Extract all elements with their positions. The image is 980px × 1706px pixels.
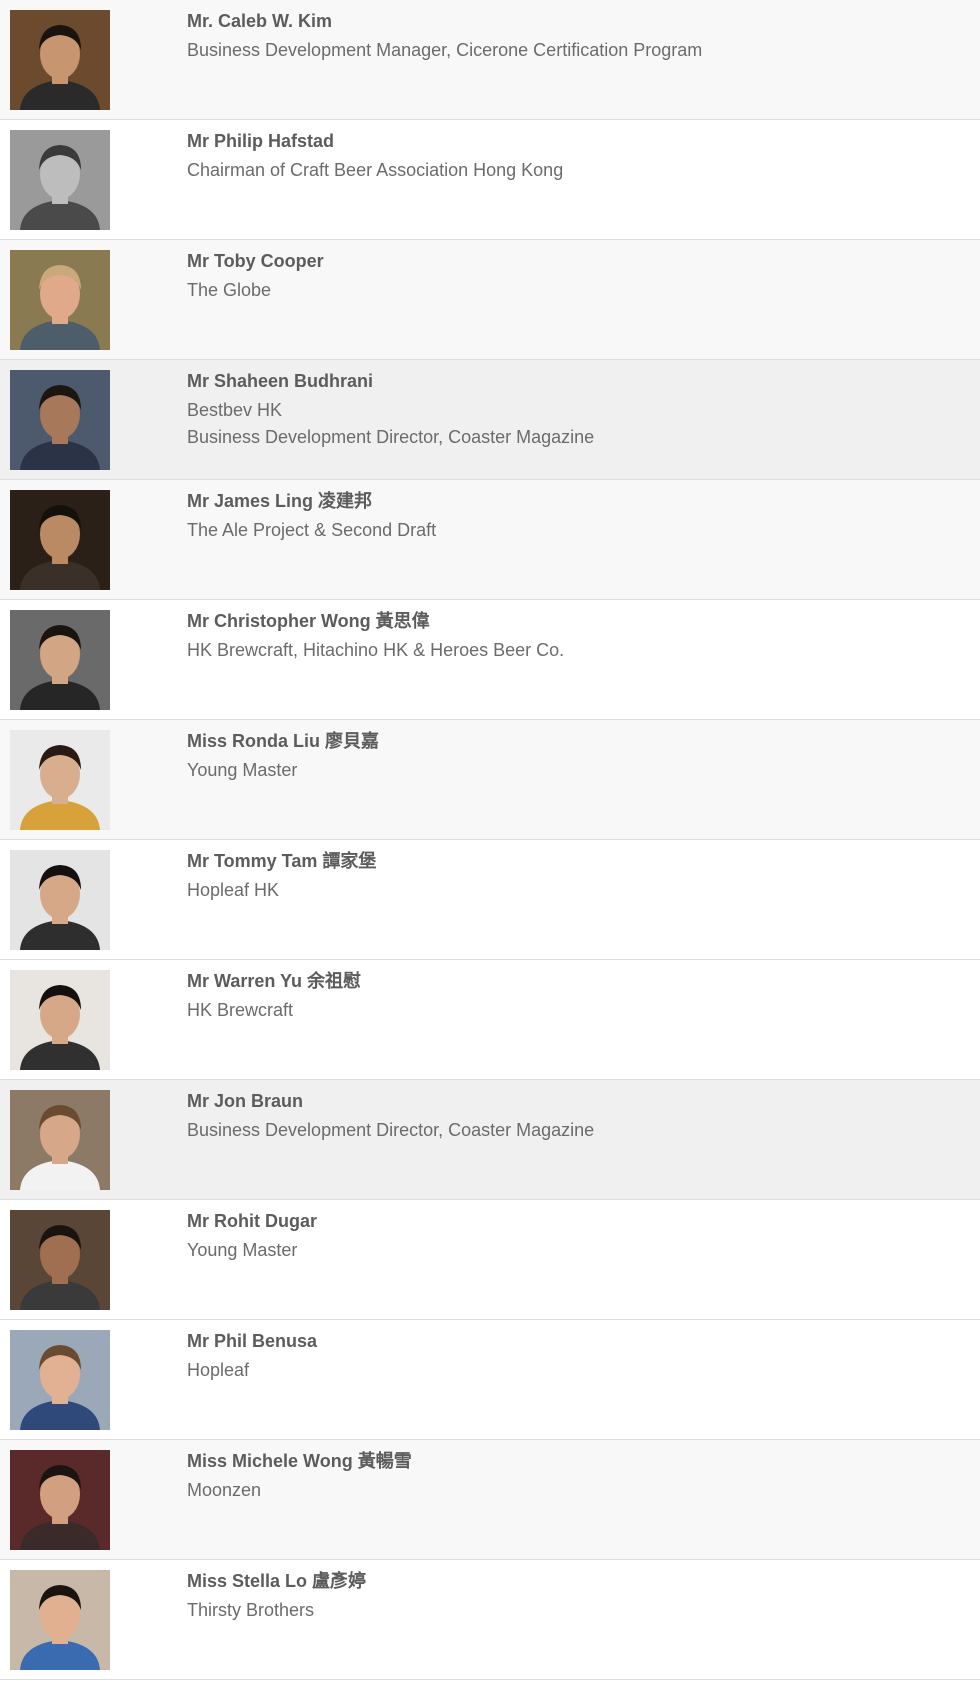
speaker-info: Miss Ronda Liu 廖貝嘉 Young Master — [187, 730, 960, 784]
speaker-name: Mr Tommy Tam 譚家堡 — [187, 851, 377, 871]
speaker-name: Mr Philip Hafstad — [187, 131, 335, 151]
speaker-affiliation: Bestbev HK — [187, 400, 283, 420]
speaker-name: Miss Ronda Liu 廖貝嘉 — [187, 731, 380, 751]
speaker-name: Miss Stella Lo 盧彥婷 — [187, 1571, 367, 1591]
speaker-photo — [10, 610, 110, 710]
speaker-name: Mr James Ling 凌建邦 — [187, 491, 373, 511]
speaker-row[interactable]: Mr James Ling 凌建邦 The Ale Project & Secon… — [0, 480, 980, 600]
speaker-row[interactable]: Mr Toby Cooper The Globe — [0, 240, 980, 360]
speaker-row[interactable]: Mr Jon Braun Business Development Directo… — [0, 1080, 980, 1200]
speaker-affiliation: Business Development Director, Coaster M… — [187, 427, 595, 447]
speaker-affiliation: Hopleaf HK — [187, 880, 280, 900]
speaker-info: Miss Michele Wong 黃暢雪 Moonzen — [187, 1450, 960, 1504]
speaker-name: Miss Michele Wong 黃暢雪 — [187, 1451, 412, 1471]
speaker-row[interactable]: Mr Rohit Dugar Young Master — [0, 1200, 980, 1320]
speaker-name: Mr Phil Benusa — [187, 1331, 318, 1351]
speaker-name: Mr Rohit Dugar — [187, 1211, 317, 1231]
speaker-row[interactable]: Miss Ronda Liu 廖貝嘉 Young Master — [0, 720, 980, 840]
speaker-info: Mr Tommy Tam 譚家堡 Hopleaf HK — [187, 850, 960, 904]
speaker-info: Mr Philip Hafstad Chairman of Craft Beer … — [187, 130, 960, 184]
speaker-affiliation: The Globe — [187, 280, 272, 300]
speaker-name: Mr Christopher Wong 黃思偉 — [187, 611, 430, 631]
speaker-name: Mr Toby Cooper — [187, 251, 324, 271]
speaker-photo — [10, 370, 110, 470]
speaker-row[interactable]: Mr Warren Yu 余祖慰 HK Brewcraft — [0, 960, 980, 1080]
speaker-affiliation: The Ale Project & Second Draft — [187, 520, 437, 540]
speaker-affiliation: Chairman of Craft Beer Association Hong … — [187, 160, 564, 180]
speaker-photo — [10, 490, 110, 590]
speaker-photo — [10, 250, 110, 350]
speaker-affiliation: Young Master — [187, 1240, 298, 1260]
speaker-photo — [10, 1450, 110, 1550]
speaker-row[interactable]: Mr Phil Benusa Hopleaf — [0, 1320, 980, 1440]
speaker-photo — [10, 1570, 110, 1670]
speaker-list: Mr. Caleb W. Kim Business Development Man… — [0, 0, 980, 1680]
speaker-affiliation: HK Brewcraft, Hitachino HK & Heroes Beer… — [187, 640, 565, 660]
speaker-name: Mr Warren Yu 余祖慰 — [187, 971, 362, 991]
speaker-row[interactable]: Mr Christopher Wong 黃思偉 HK Brewcraft, Hit… — [0, 600, 980, 720]
speaker-affiliation: Business Development Manager, Cicerone C… — [187, 40, 703, 60]
speaker-info: Mr Christopher Wong 黃思偉 HK Brewcraft, Hit… — [187, 610, 960, 664]
speaker-affiliation: HK Brewcraft — [187, 1000, 294, 1020]
speaker-affiliation: Hopleaf — [187, 1360, 250, 1380]
speaker-photo — [10, 1210, 110, 1310]
speaker-photo — [10, 130, 110, 230]
speaker-name: Mr. Caleb W. Kim — [187, 11, 333, 31]
speaker-row[interactable]: Miss Michele Wong 黃暢雪 Moonzen — [0, 1440, 980, 1560]
speaker-affiliation: Young Master — [187, 760, 298, 780]
speaker-info: Mr Rohit Dugar Young Master — [187, 1210, 960, 1264]
speaker-photo — [10, 10, 110, 110]
speaker-photo — [10, 730, 110, 830]
speaker-affiliation: Business Development Director, Coaster M… — [187, 1120, 595, 1140]
speaker-affiliation: Thirsty Brothers — [187, 1600, 315, 1620]
speaker-info: Mr. Caleb W. Kim Business Development Man… — [187, 10, 960, 64]
speaker-photo — [10, 850, 110, 950]
speaker-row[interactable]: Mr Shaheen Budhrani Bestbev HK Business De… — [0, 360, 980, 480]
speaker-photo — [10, 1330, 110, 1430]
speaker-name: Mr Jon Braun — [187, 1091, 304, 1111]
speaker-photo — [10, 970, 110, 1070]
speaker-info: Mr Jon Braun Business Development Directo… — [187, 1090, 960, 1144]
speaker-info: Mr Phil Benusa Hopleaf — [187, 1330, 960, 1384]
speaker-info: Mr Warren Yu 余祖慰 HK Brewcraft — [187, 970, 960, 1024]
speaker-photo — [10, 1090, 110, 1190]
speaker-row[interactable]: Mr Tommy Tam 譚家堡 Hopleaf HK — [0, 840, 980, 960]
speaker-info: Mr Shaheen Budhrani Bestbev HK Business De… — [187, 370, 960, 451]
speaker-row[interactable]: Mr. Caleb W. Kim Business Development Man… — [0, 0, 980, 120]
speaker-info: Mr James Ling 凌建邦 The Ale Project & Secon… — [187, 490, 960, 544]
speaker-info: Miss Stella Lo 盧彥婷 Thirsty Brothers — [187, 1570, 960, 1624]
speaker-affiliation: Moonzen — [187, 1480, 262, 1500]
speaker-info: Mr Toby Cooper The Globe — [187, 250, 960, 304]
speaker-row[interactable]: Miss Stella Lo 盧彥婷 Thirsty Brothers — [0, 1560, 980, 1680]
speaker-name: Mr Shaheen Budhrani — [187, 371, 374, 391]
speaker-row[interactable]: Mr Philip Hafstad Chairman of Craft Beer … — [0, 120, 980, 240]
